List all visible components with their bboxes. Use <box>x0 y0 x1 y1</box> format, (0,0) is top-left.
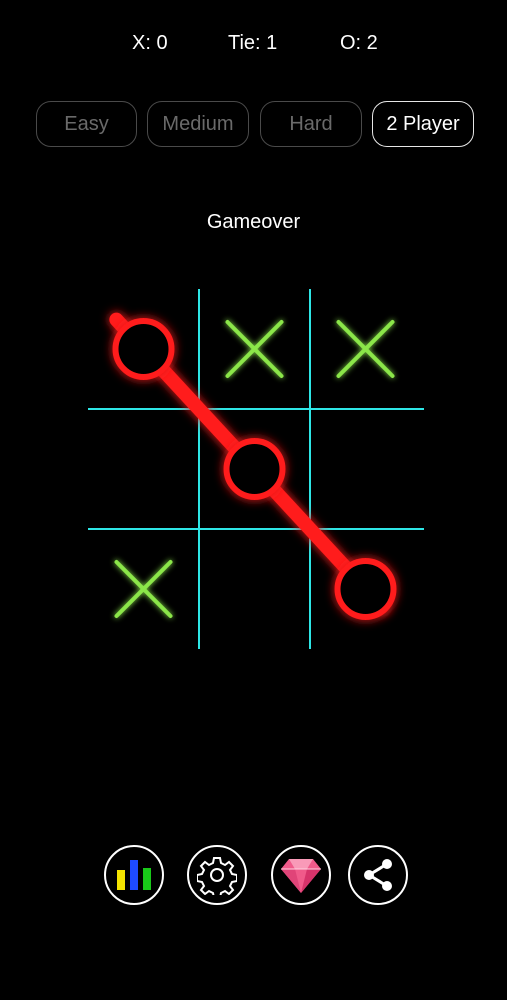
score-x: X: 0 <box>132 32 168 54</box>
mode-hard-button[interactable]: Hard <box>260 101 362 147</box>
mode-medium-button[interactable]: Medium <box>147 101 249 147</box>
share-button[interactable] <box>348 845 408 905</box>
board-cell-2-1[interactable] <box>199 529 310 649</box>
score-o: O: 2 <box>340 32 378 54</box>
o-mark <box>223 438 286 500</box>
settings-button[interactable] <box>187 845 247 905</box>
mode-selector: Easy Medium Hard 2 Player <box>0 101 507 149</box>
board-cell-1-0[interactable] <box>88 409 199 529</box>
score-tie: Tie: 1 <box>228 32 278 54</box>
gem-button[interactable] <box>271 845 331 905</box>
stats-bars-icon <box>117 860 151 890</box>
mode-easy-button[interactable]: Easy <box>36 101 137 147</box>
gem-icon <box>281 859 321 893</box>
mode-2-player-button[interactable]: 2 Player <box>372 101 474 147</box>
scoreboard: X: 0 Tie: 1 O: 2 <box>0 32 507 58</box>
game-board <box>88 289 424 649</box>
share-icon <box>364 859 392 891</box>
gear-icon <box>197 857 237 895</box>
bottom-toolbar <box>0 845 507 909</box>
o-mark <box>112 318 175 380</box>
board-cell-1-2[interactable] <box>310 409 421 529</box>
game-status: Gameover <box>206 211 301 233</box>
stats-button[interactable] <box>104 845 164 905</box>
o-mark <box>334 558 397 620</box>
